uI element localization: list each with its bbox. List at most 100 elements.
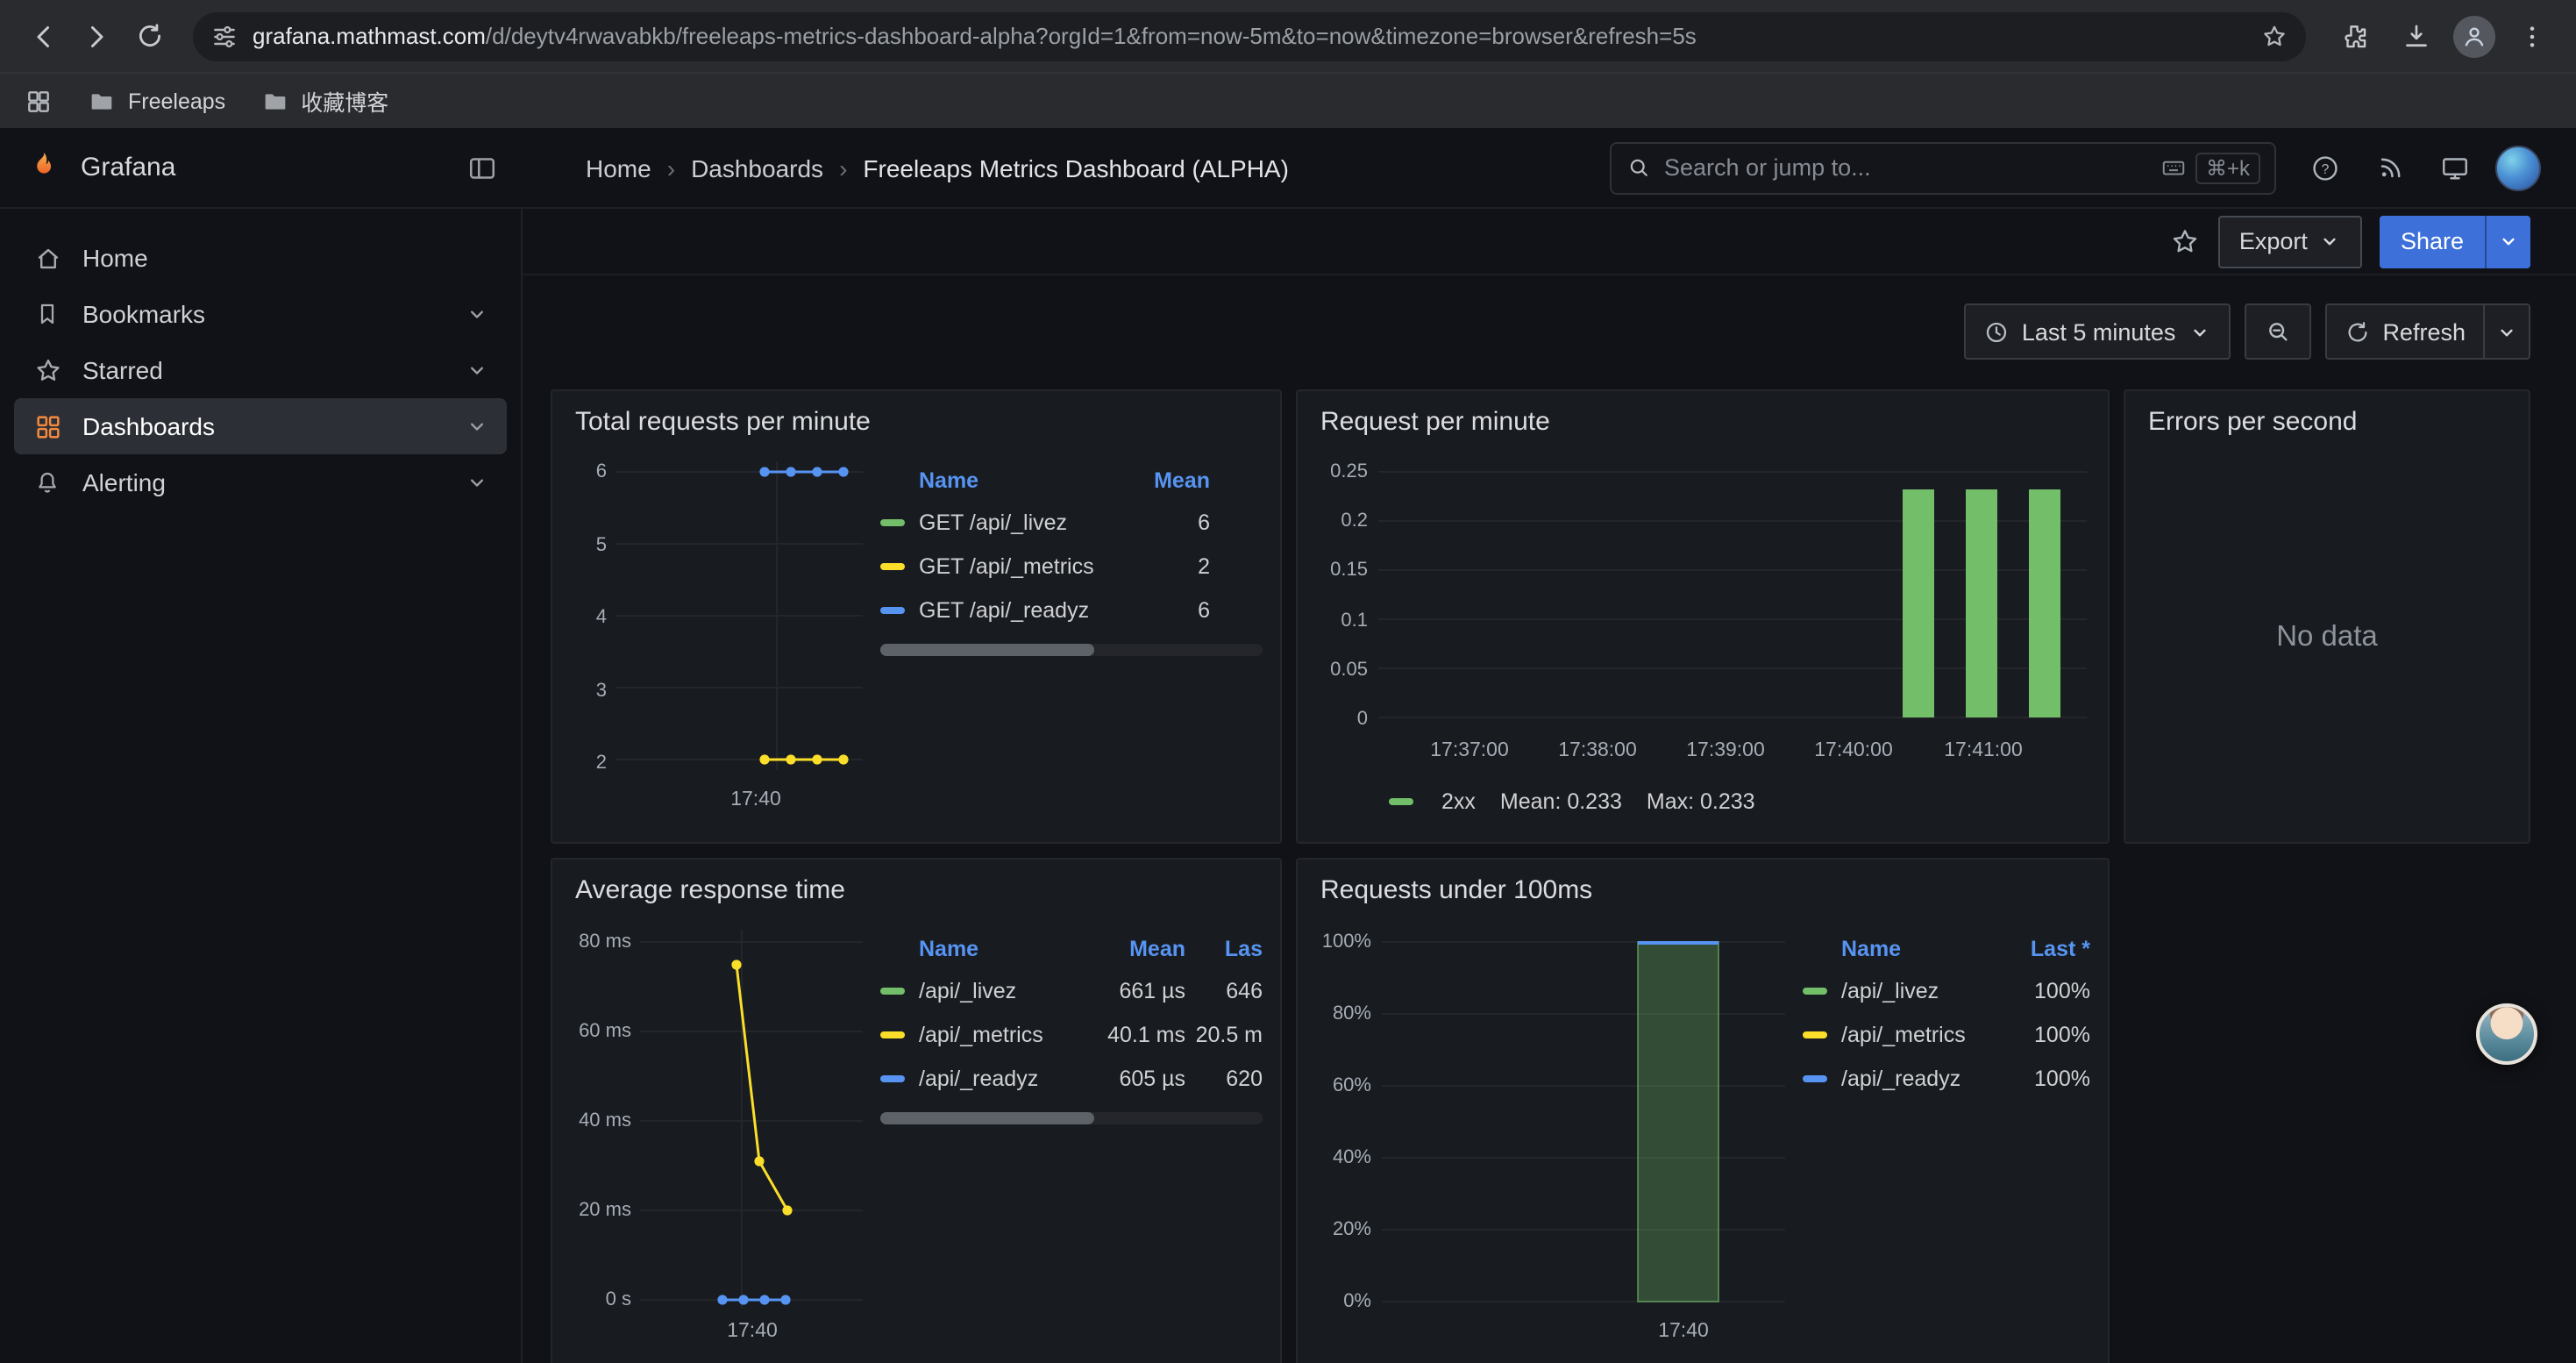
- refresh-button[interactable]: Refresh: [2324, 303, 2483, 360]
- legend-col-name[interactable]: Name: [880, 468, 1122, 493]
- floating-avatar[interactable]: [2476, 1003, 2537, 1065]
- legend-col-mean[interactable]: Mean: [1073, 937, 1185, 961]
- time-range-picker[interactable]: Last 5 minutes: [1964, 303, 2231, 360]
- bookmarks-bar: Freeleaps 收藏博客: [0, 72, 2576, 128]
- no-data-message: No data: [2143, 447, 2511, 828]
- url-text[interactable]: grafana.mathmast.com/d/deytv4rwavabkb/fr…: [253, 23, 2246, 49]
- scrollbar-thumb[interactable]: [880, 644, 1094, 656]
- chevron-down-icon[interactable]: [465, 470, 489, 495]
- browser-profile-avatar[interactable]: [2453, 15, 2495, 57]
- legend-row: /api/_metrics 100%: [1803, 1012, 2090, 1056]
- export-button[interactable]: Export: [2218, 215, 2362, 268]
- refresh-controls: Refresh: [2324, 303, 2530, 360]
- legend-row: /api/_metrics 40.1 ms 20.5 m: [880, 1012, 1263, 1056]
- extensions-icon[interactable]: [2327, 10, 2380, 62]
- series-color-green: [1389, 798, 1413, 805]
- share-button[interactable]: Share: [2380, 215, 2530, 268]
- panel-row-2: Average response time 80 ms 60 ms 40 ms …: [551, 858, 2530, 1363]
- series-name[interactable]: 2xx: [1441, 789, 1476, 814]
- series-name[interactable]: /api/_metrics: [919, 1022, 1073, 1046]
- dashboard-actions: Export Share: [523, 209, 2576, 275]
- rss-icon[interactable]: [2366, 143, 2415, 192]
- breadcrumb-separator: ›: [839, 153, 847, 182]
- scrollbar-thumb[interactable]: [880, 1112, 1094, 1124]
- sidebar-item-dashboards[interactable]: Dashboards: [14, 398, 507, 454]
- breadcrumb-current: Freeleaps Metrics Dashboard (ALPHA): [863, 153, 1289, 182]
- grafana-logo[interactable]: [25, 148, 63, 187]
- series-name[interactable]: GET /api/_metrics: [919, 553, 1122, 578]
- legend-col-mean[interactable]: Mean: [1122, 468, 1210, 493]
- series-name[interactable]: /api/_livez: [919, 978, 1073, 1003]
- panel-title[interactable]: Total requests per minute: [570, 403, 1263, 447]
- legend-average-response-time: Name Mean Las /api/_livez 661 µs 646: [880, 916, 1263, 1363]
- series-name[interactable]: /api/_readyz: [919, 1066, 1073, 1090]
- breadcrumb-dashboards[interactable]: Dashboards: [691, 153, 823, 182]
- series-name[interactable]: /api/_readyz: [1841, 1066, 1992, 1090]
- series-mean: 2: [1122, 553, 1210, 578]
- legend-col-last[interactable]: Last *: [1992, 937, 2090, 961]
- sidebar-toggle-icon[interactable]: [466, 152, 498, 183]
- grafana-header: Grafana Home › Dashboards › Freeleaps Me…: [0, 128, 2576, 209]
- reload-button[interactable]: [123, 10, 175, 62]
- x-tick: 17:40: [1658, 1321, 1709, 1342]
- sidebar-item-starred[interactable]: Starred: [14, 342, 507, 398]
- tv-mode-icon[interactable]: [2430, 143, 2480, 192]
- site-settings-icon[interactable]: [210, 22, 238, 50]
- search-shortcut: ⌘+k: [2160, 152, 2260, 183]
- sidebar-item-home[interactable]: Home: [14, 230, 507, 286]
- series-last: 20.5 m: [1185, 1022, 1263, 1046]
- back-button[interactable]: [18, 10, 70, 62]
- favorite-star-icon[interactable]: [2169, 225, 2201, 257]
- panel-title[interactable]: Requests under 100ms: [1315, 872, 2090, 916]
- series-max: Max: 0.233: [1647, 789, 1755, 814]
- series-name[interactable]: GET /api/_readyz: [919, 597, 1122, 622]
- bookmark-folder-blogs[interactable]: 收藏博客: [260, 84, 388, 118]
- search-box[interactable]: ⌘+k: [1610, 141, 2276, 194]
- url-bar[interactable]: grafana.mathmast.com/d/deytv4rwavabkb/fr…: [193, 11, 2306, 61]
- legend-col-last[interactable]: Las: [1185, 937, 1263, 961]
- panel-title[interactable]: Errors per second: [2143, 403, 2511, 447]
- panel-total-requests: Total requests per minute 6 5 4 3 2: [551, 389, 1282, 844]
- y-tick: 20%: [1333, 1219, 1371, 1240]
- x-tick: 17:38:00: [1558, 740, 1637, 761]
- panel-average-response-time: Average response time 80 ms 60 ms 40 ms …: [551, 858, 1282, 1363]
- zoom-out-button[interactable]: [2244, 303, 2310, 360]
- refresh-interval-chevron[interactable]: [2483, 303, 2530, 360]
- series-name[interactable]: GET /api/_livez: [919, 510, 1122, 534]
- user-avatar[interactable]: [2495, 145, 2541, 190]
- y-tick: 100%: [1322, 931, 1371, 953]
- sidebar-item-alerting[interactable]: Alerting: [14, 454, 507, 510]
- legend-col-name[interactable]: Name: [880, 937, 1073, 961]
- browser-menu-icon[interactable]: [2506, 10, 2558, 62]
- chevron-down-icon[interactable]: [465, 358, 489, 382]
- bookmark-star-icon[interactable]: [2260, 22, 2288, 50]
- help-icon[interactable]: ?: [2301, 143, 2350, 192]
- breadcrumb-separator: ›: [667, 153, 675, 182]
- search-input[interactable]: [1664, 154, 2160, 181]
- x-tick: 17:40: [730, 789, 781, 810]
- y-tick: 0.1: [1341, 610, 1368, 631]
- y-tick: 0%: [1343, 1291, 1371, 1312]
- sidebar-item-bookmarks[interactable]: Bookmarks: [14, 286, 507, 342]
- panel-title[interactable]: Average response time: [570, 872, 1263, 916]
- legend-total-requests: Name Mean GET /api/_livez 6: [880, 447, 1263, 828]
- apps-grid-icon[interactable]: [25, 87, 53, 115]
- y-tick: 60 ms: [579, 1021, 631, 1042]
- breadcrumb-home[interactable]: Home: [586, 153, 651, 182]
- series-name[interactable]: /api/_livez: [1841, 978, 1992, 1003]
- x-tick: 17:41:00: [1944, 740, 2023, 761]
- share-menu-chevron[interactable]: [2485, 215, 2530, 268]
- legend-scrollbar: [880, 644, 1263, 656]
- panel-title[interactable]: Request per minute: [1315, 403, 2090, 447]
- y-tick: 0.2: [1341, 510, 1368, 532]
- forward-button[interactable]: [70, 10, 123, 62]
- chevron-down-icon[interactable]: [465, 302, 489, 326]
- legend-col-name[interactable]: Name: [1803, 937, 1992, 961]
- panel-request-per-minute: Request per minute 0.25 0.2 0.15 0.1 0.0…: [1296, 389, 2110, 844]
- chevron-down-icon[interactable]: [465, 414, 489, 439]
- downloads-icon[interactable]: [2390, 10, 2443, 62]
- series-name[interactable]: /api/_metrics: [1841, 1022, 1992, 1046]
- breadcrumb: Home › Dashboards › Freeleaps Metrics Da…: [586, 153, 1289, 182]
- bookmark-folder-freeleaps[interactable]: Freeleaps: [88, 87, 225, 115]
- refresh-icon: [2344, 318, 2370, 345]
